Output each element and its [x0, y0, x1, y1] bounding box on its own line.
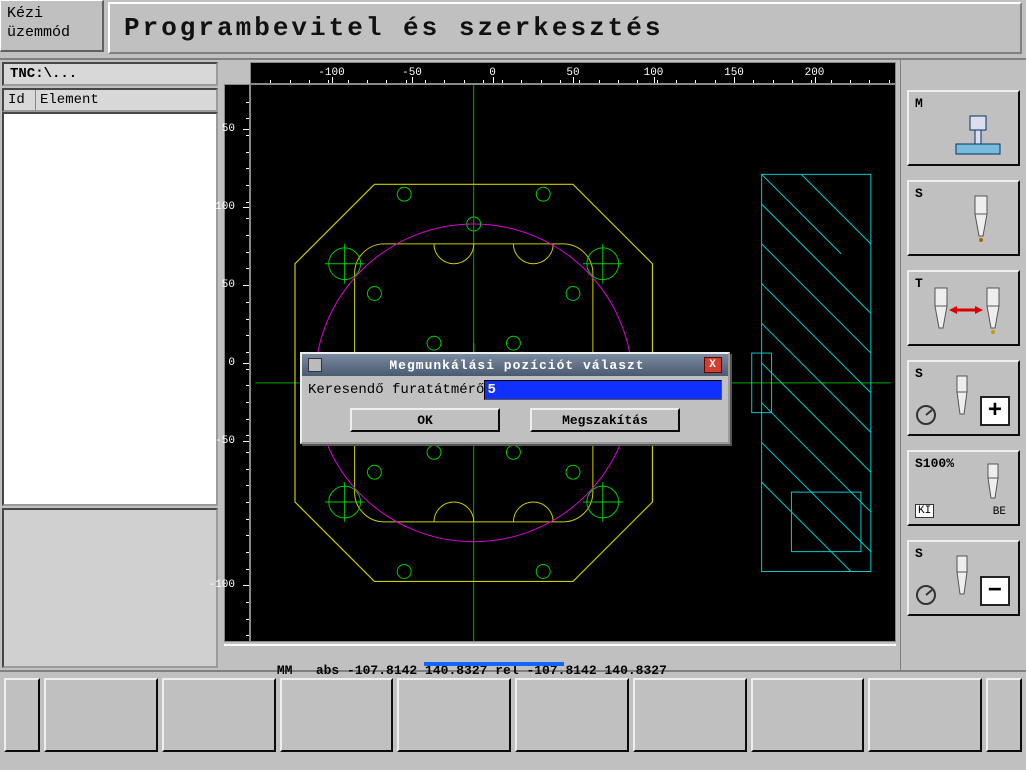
tool-button-s-minus[interactable]: S − — [907, 540, 1020, 616]
ki-badge: KI — [915, 504, 934, 518]
diameter-input[interactable] — [484, 380, 722, 400]
ruler-top: -100-50050100150200 — [250, 62, 896, 84]
softkey-prev[interactable] — [4, 678, 40, 752]
be-label: BE — [993, 506, 1006, 518]
tool-button-s-plus[interactable]: S + — [907, 360, 1020, 436]
right-toolbar: M S T — [900, 60, 1026, 670]
tool-icon — [949, 374, 975, 420]
mode-line1: Kézi — [7, 5, 96, 24]
preview-box — [2, 508, 218, 668]
tool-button-m[interactable]: M — [907, 90, 1020, 166]
softkey-1[interactable] — [44, 678, 158, 752]
tool-label: M — [915, 96, 1012, 111]
tool-icon — [980, 462, 1006, 504]
mode-line2: üzemmód — [7, 24, 96, 43]
tool-button-s-spindle[interactable]: S — [907, 180, 1020, 256]
tool-button-s100[interactable]: S100% KI BE — [907, 450, 1020, 526]
progress-indicator — [424, 662, 564, 666]
softkey-4[interactable] — [397, 678, 511, 752]
close-button[interactable]: X — [704, 357, 722, 373]
softkey-5[interactable] — [515, 678, 629, 752]
dialog-icon — [308, 358, 322, 372]
path-field[interactable]: TNC:\... — [2, 62, 218, 86]
machine-icon — [946, 110, 1010, 156]
left-sidebar: TNC:\... Id Element — [0, 60, 220, 670]
dialog-titlebar[interactable]: Megmunkálási pozíciót választ X — [302, 354, 728, 376]
dialog-body: Keresendő furatátmérő OK Megszakítás — [302, 376, 728, 442]
dialog-title: Megmunkálási pozíciót választ — [330, 358, 704, 373]
ruler-left: 50100500-50-100 — [224, 84, 250, 642]
knob-icon — [915, 584, 937, 606]
tool-label: S — [915, 186, 1012, 201]
col-element[interactable]: Element — [36, 90, 216, 110]
plus-icon: + — [980, 396, 1010, 426]
tree-header: Id Element — [2, 88, 218, 112]
minus-icon: − — [980, 576, 1010, 606]
ok-button[interactable]: OK — [350, 408, 500, 432]
page-title: Programbevitel és szerkesztés — [108, 2, 1022, 54]
header: Kézi üzemmód Programbevitel és szerkeszt… — [0, 0, 1026, 60]
mode-tab[interactable]: Kézi üzemmód — [0, 0, 104, 52]
softkey-next[interactable] — [986, 678, 1022, 752]
status-bar: MM abs -107.8142 140.8327 rel -107.8142 … — [224, 644, 896, 666]
tool-icon — [949, 554, 975, 600]
diameter-label: Keresendő furatátmérő — [308, 382, 484, 398]
softkey-3[interactable] — [280, 678, 394, 752]
softkey-6[interactable] — [633, 678, 747, 752]
tool-icon — [966, 194, 996, 246]
tool-button-t[interactable]: T — [907, 270, 1020, 346]
dialog-select-position: Megmunkálási pozíciót választ X Keresend… — [300, 352, 730, 444]
softkey-8[interactable] — [868, 678, 982, 752]
softkey-bar — [0, 670, 1026, 758]
knob-icon — [915, 404, 937, 426]
col-id[interactable]: Id — [4, 90, 36, 110]
cancel-button[interactable]: Megszakítás — [530, 408, 680, 432]
tree-body[interactable] — [2, 112, 218, 506]
softkey-7[interactable] — [751, 678, 865, 752]
tool-change-icon — [923, 286, 1013, 338]
